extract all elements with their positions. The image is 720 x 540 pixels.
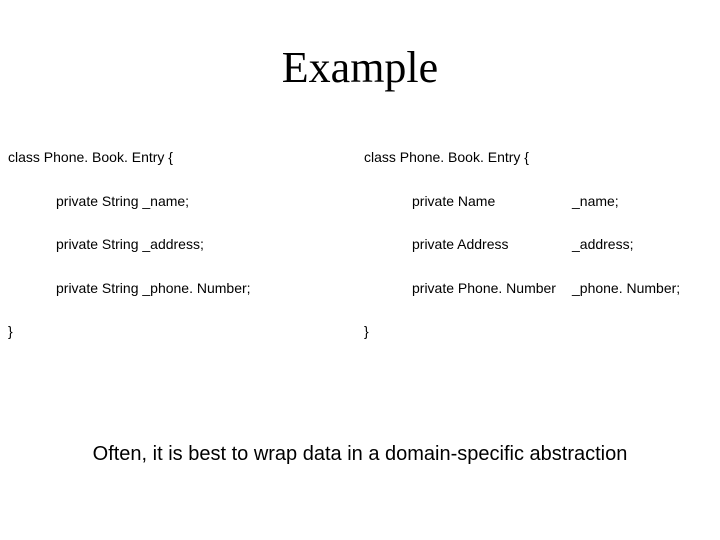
code-right-type: private Name — [412, 193, 572, 211]
code-right-var: _phone. Number; — [572, 280, 720, 298]
code-right-close: } — [364, 323, 720, 341]
slide: Example class Phone. Book. Entry { priva… — [0, 0, 720, 540]
code-left-member: private String _name; — [56, 193, 364, 211]
code-right-member: private Address _address; — [412, 236, 720, 254]
code-left-member: private String _phone. Number; — [56, 280, 364, 298]
code-right-column: class Phone. Book. Entry { private Name … — [364, 149, 720, 341]
code-left-member: private String _address; — [56, 236, 364, 254]
code-right-var: _name; — [572, 193, 720, 211]
code-right-type: private Phone. Number — [412, 280, 572, 298]
code-right-member: private Phone. Number _phone. Number; — [412, 280, 720, 298]
code-right-header: class Phone. Book. Entry { — [364, 149, 720, 167]
code-right-members: private Name _name; private Address _add… — [364, 193, 720, 298]
code-left-close: } — [8, 323, 364, 341]
code-left-members: private String _name; private String _ad… — [8, 193, 364, 298]
code-left-header: class Phone. Book. Entry { — [8, 149, 364, 167]
code-right-member: private Name _name; — [412, 193, 720, 211]
slide-title: Example — [0, 0, 720, 93]
code-columns: class Phone. Book. Entry { private Strin… — [0, 149, 720, 341]
conclusion-text: Often, it is best to wrap data in a doma… — [0, 443, 720, 466]
code-right-var: _address; — [572, 236, 720, 254]
code-left-column: class Phone. Book. Entry { private Strin… — [0, 149, 364, 341]
code-right-type: private Address — [412, 236, 572, 254]
